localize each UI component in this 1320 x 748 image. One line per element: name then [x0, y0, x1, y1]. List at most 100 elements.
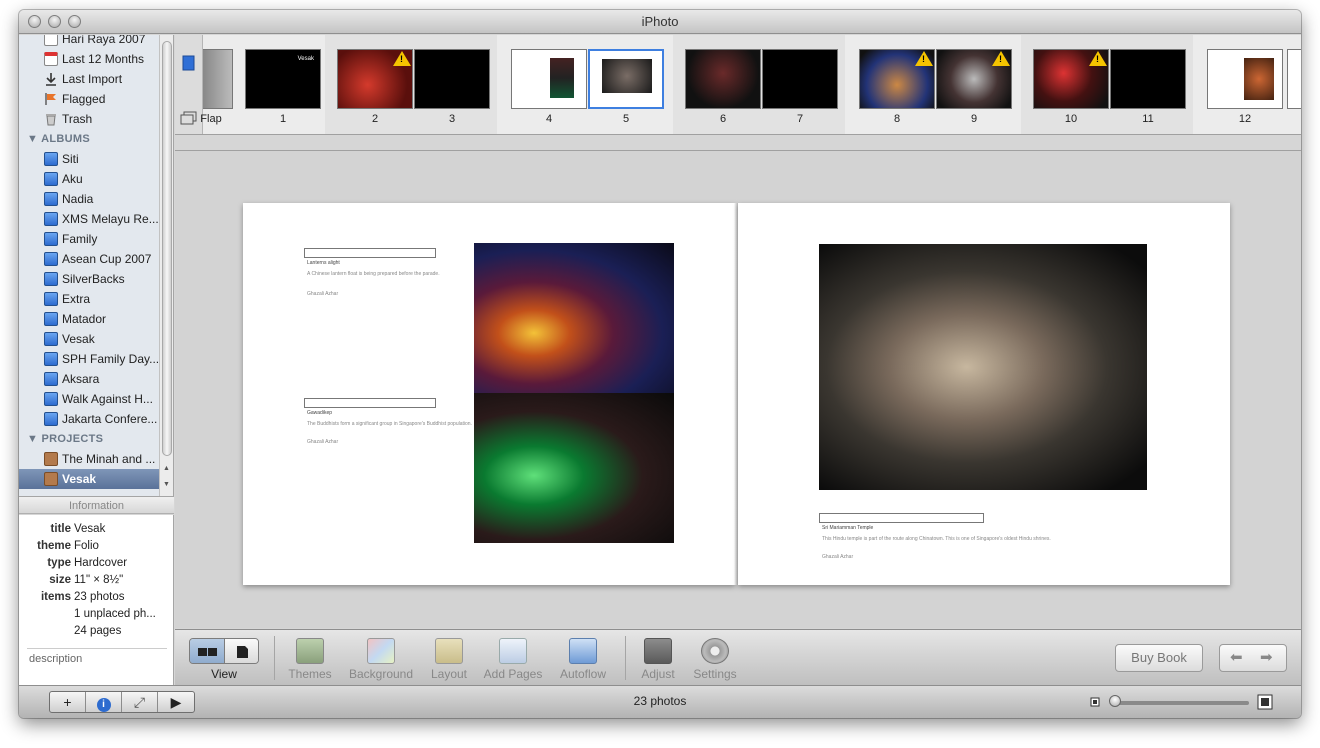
autoflow-button[interactable]: Autoflow — [555, 630, 611, 686]
layout-label: Layout — [430, 667, 468, 681]
page-thumb[interactable] — [511, 49, 587, 109]
photo-green-float[interactable] — [474, 393, 674, 543]
page-thumb-flap[interactable] — [203, 49, 233, 109]
warning-icon[interactable]: ! — [393, 51, 411, 66]
caption-title[interactable]: Lanterns alight — [307, 260, 340, 266]
adjust-icon — [644, 638, 672, 664]
project-item-selected[interactable]: Vesak — [19, 469, 159, 489]
albums-section-header[interactable]: ▼ ALBUMS — [27, 129, 167, 149]
caption-body[interactable]: This Hindu temple is part of the route a… — [822, 536, 1051, 542]
sidebar-item-trash[interactable]: Trash — [19, 109, 159, 129]
album-icon — [44, 212, 58, 226]
projects-section-header[interactable]: ▼ PROJECTS — [27, 429, 167, 449]
page-thumb[interactable] — [685, 49, 761, 109]
two-page-view-button[interactable] — [190, 639, 225, 663]
album-item[interactable]: Aksara — [19, 369, 159, 389]
right-book-page[interactable]: Sri Mariamman Temple This Hindu temple i… — [738, 203, 1230, 585]
single-page-view-button[interactable] — [225, 639, 258, 663]
zoom-slider[interactable] — [1111, 701, 1249, 705]
warning-icon[interactable]: ! — [992, 51, 1010, 66]
album-item[interactable]: Nadia — [19, 189, 159, 209]
layout-button[interactable]: Layout — [427, 630, 471, 686]
caption-title-box[interactable] — [304, 398, 436, 408]
buy-book-button[interactable]: Buy Book — [1115, 644, 1203, 672]
caption-body[interactable]: A Chinese lantern float is being prepare… — [307, 271, 440, 277]
album-item[interactable]: Walk Against H... — [19, 389, 159, 409]
page-thumb[interactable] — [1207, 49, 1283, 109]
settings-button[interactable]: Settings — [689, 630, 741, 686]
small-photo-icon[interactable] — [1090, 697, 1100, 707]
album-item[interactable]: SilverBacks — [19, 269, 159, 289]
album-icon — [44, 192, 58, 206]
page-thumb-title: Vesak — [297, 56, 314, 62]
themes-button[interactable]: Themes — [283, 630, 337, 686]
album-item[interactable]: Vesak — [19, 329, 159, 349]
scroll-up-icon[interactable]: ▲ — [163, 465, 170, 472]
caption-credit[interactable]: Ghazali Azhar — [307, 439, 338, 445]
page-thumb[interactable] — [1287, 49, 1301, 109]
add-pages-button[interactable]: Add Pages — [481, 630, 545, 686]
zoom-slider-knob[interactable] — [1109, 695, 1121, 707]
sidebar-item-last-import[interactable]: Last Import — [19, 69, 159, 89]
description-field[interactable]: description — [29, 653, 82, 665]
background-label: Background — [348, 667, 414, 681]
sidebar-scroll-thumb[interactable] — [162, 41, 172, 456]
caption-title[interactable]: Gawadikep — [307, 410, 332, 416]
sidebar-item-last-12-months[interactable]: Last 12 Months — [19, 49, 159, 69]
sidebar-item-label: Trash — [62, 112, 93, 126]
album-item[interactable]: Extra — [19, 289, 159, 309]
caption-credit[interactable]: Ghazali Azhar — [307, 291, 338, 297]
page-thumb-selected[interactable] — [588, 49, 664, 109]
minimize-window-button[interactable] — [48, 15, 61, 28]
adjust-button[interactable]: Adjust — [635, 630, 681, 686]
page-number: 1 — [279, 113, 287, 125]
caption-title-box[interactable] — [819, 513, 984, 523]
page-thumb[interactable] — [762, 49, 838, 109]
previous-page-arrow-icon[interactable]: ⬅ — [1230, 648, 1243, 666]
scroll-down-icon[interactable]: ▼ — [163, 481, 170, 488]
left-book-page[interactable]: Lanterns alight A Chinese lantern float … — [243, 203, 735, 585]
album-item[interactable]: Siti — [19, 149, 159, 169]
album-item[interactable]: Matador — [19, 309, 159, 329]
page-number: 2 — [371, 113, 379, 125]
caption-body[interactable]: The Buddhists form a significant group i… — [307, 421, 472, 427]
large-photo-icon[interactable] — [1257, 694, 1273, 710]
album-item[interactable]: XMS Melayu Re... — [19, 209, 159, 229]
warning-icon[interactable]: ! — [915, 51, 933, 66]
album-item[interactable]: Asean Cup 2007 — [19, 249, 159, 269]
page-thumb[interactable] — [414, 49, 490, 109]
sidebar-scrollbar[interactable]: ▲ ▼ — [159, 35, 173, 502]
caption-title-box[interactable] — [304, 248, 436, 258]
information-panel-header[interactable]: Information — [19, 496, 174, 514]
page-icon[interactable] — [182, 55, 196, 71]
photo-temple-gopuram[interactable] — [819, 244, 1147, 490]
add-pages-label: Add Pages — [483, 667, 543, 681]
album-item[interactable]: Aku — [19, 169, 159, 189]
next-page-arrow-icon[interactable]: ➡ — [1260, 648, 1273, 666]
information-title: Information — [68, 500, 125, 512]
page-thumb[interactable] — [1110, 49, 1186, 109]
warning-icon[interactable]: ! — [1089, 51, 1107, 66]
project-item[interactable]: The Minah and ... — [19, 449, 159, 469]
page-number: 9 — [970, 113, 978, 125]
calendar-icon — [44, 52, 58, 66]
background-button[interactable]: Background — [345, 630, 417, 686]
sidebar-item-flagged[interactable]: Flagged — [19, 89, 159, 109]
album-item[interactable]: SPH Family Day... — [19, 349, 159, 369]
info-value[interactable]: Vesak — [74, 521, 105, 538]
photo-lantern-float[interactable] — [474, 243, 674, 393]
info-key: size — [49, 574, 71, 586]
album-item[interactable]: Family — [19, 229, 159, 249]
album-icon — [44, 292, 58, 306]
zoom-window-button[interactable] — [68, 15, 81, 28]
page-thumb[interactable]: Vesak — [245, 49, 321, 109]
album-item[interactable]: Jakarta Confere... — [19, 409, 159, 429]
sidebar-item-hari-raya[interactable]: Hari Raya 2007 — [19, 35, 159, 49]
project-label: The Minah and ... — [62, 452, 156, 466]
view-segmented-control[interactable] — [189, 638, 259, 664]
caption-title[interactable]: Sri Mariamman Temple — [822, 525, 873, 531]
album-label: Extra — [62, 292, 91, 306]
close-window-button[interactable] — [28, 15, 41, 28]
page-number: 8 — [893, 113, 901, 125]
caption-credit[interactable]: Ghazali Azhar — [822, 554, 853, 560]
